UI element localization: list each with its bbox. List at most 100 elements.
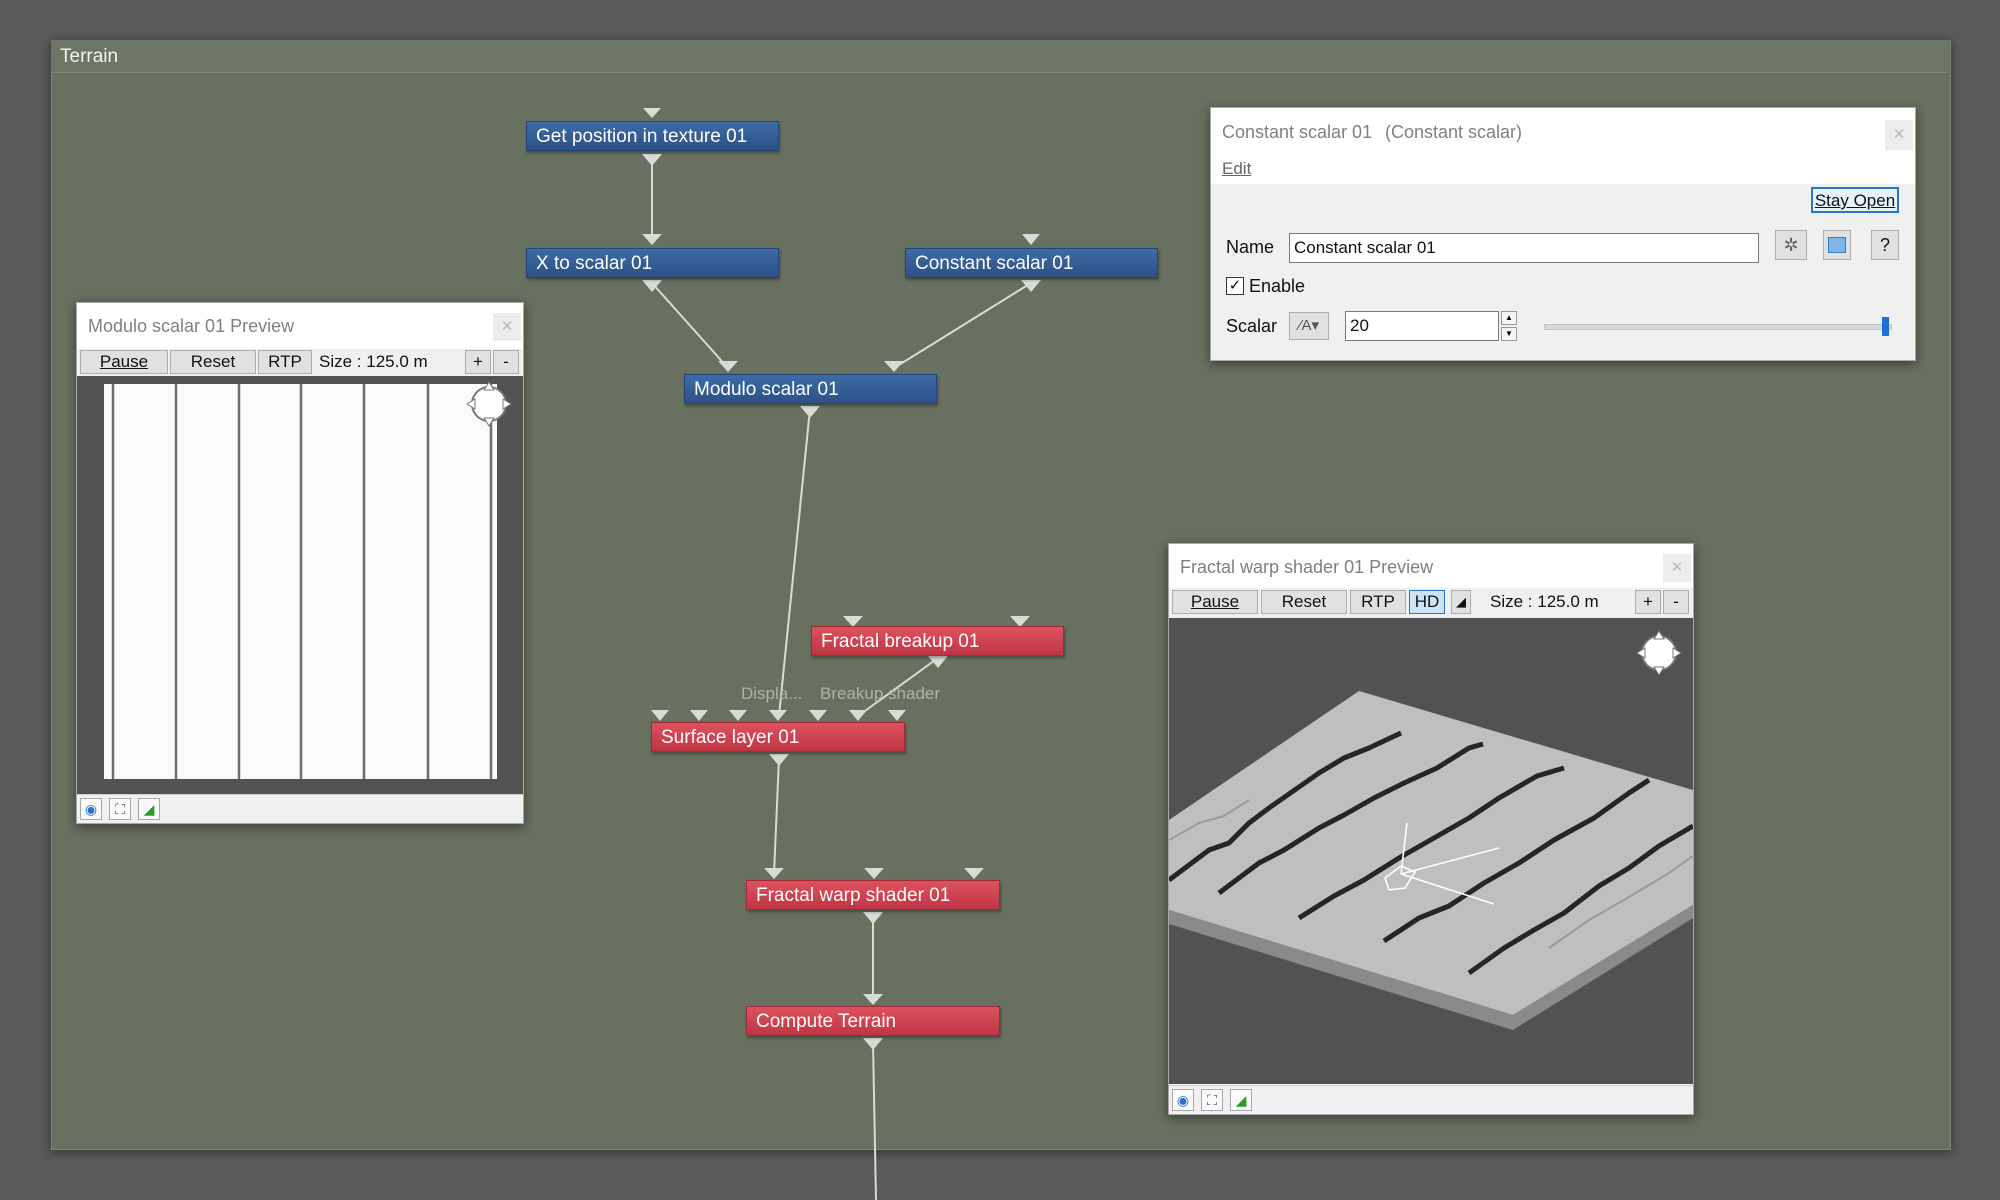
wire-modulo-surface (778, 408, 811, 717)
terrain-render-image (1167, 630, 1695, 1030)
help-button[interactable]: ? (1871, 230, 1899, 260)
fractal-preview-statusbar: ◉ ⛶ ◢ (1169, 1085, 1693, 1114)
modulo-preview-titlebar[interactable]: Modulo scalar 01 Preview ✕ (77, 303, 523, 349)
fractal-preview-title: Fractal warp shader 01 Preview (1180, 557, 1434, 577)
rtp-label: RTP (268, 352, 302, 371)
node-x-to-scalar[interactable]: X to scalar 01 (526, 248, 779, 278)
scalar-input[interactable]: 20 (1345, 311, 1499, 341)
port-getpos-out (642, 154, 662, 166)
port-modulo-in1 (718, 361, 738, 372)
rtp-label: RTP (1361, 592, 1395, 611)
close-icon[interactable]: ✕ (1885, 120, 1913, 150)
help-label: ? (1879, 235, 1890, 255)
port-surface-in3 (729, 710, 747, 721)
port-xscalar-in (642, 234, 662, 245)
port-warp-in3 (964, 868, 984, 879)
spin-up-icon[interactable]: ▲ (1501, 311, 1517, 325)
constant-scalar-properties-window[interactable]: Constant scalar 01 (Constant scalar) ✕ E… (1210, 107, 1916, 361)
fractal-preview-viewport[interactable] (1167, 618, 1695, 1084)
name-label: Name (1226, 237, 1275, 257)
close-icon[interactable]: ✕ (1663, 554, 1691, 582)
node-label: Surface layer 01 (661, 727, 800, 748)
reset-button[interactable]: Reset (1261, 590, 1347, 614)
pause-label: Pause (99, 352, 149, 371)
preview-icon[interactable] (1823, 230, 1851, 260)
rtp-button[interactable]: RTP (258, 350, 312, 374)
properties-menubar: Edit (1211, 150, 1915, 184)
node-constant-scalar[interactable]: Constant scalar 01 (905, 248, 1158, 278)
port-warp-out (863, 912, 883, 924)
port-compute-in (863, 994, 883, 1005)
modulo-preview-viewport[interactable] (77, 376, 523, 794)
zoom-in-button[interactable]: + (465, 350, 491, 374)
node-label: Constant scalar 01 (915, 253, 1074, 274)
hd-button[interactable]: HD (1409, 590, 1445, 614)
port-surface-in5 (809, 710, 827, 721)
menu-edit[interactable]: Edit (1222, 159, 1251, 179)
wire-compute-out (872, 1042, 877, 1200)
port-compute-out (863, 1038, 883, 1050)
scalar-label: Scalar (1226, 316, 1278, 336)
scalar-slider-thumb[interactable] (1882, 317, 1889, 336)
curve-icon[interactable]: ◢ (138, 798, 160, 820)
port-surface-in4 (769, 710, 787, 721)
port-label-displacement: Displa... (741, 684, 803, 703)
enable-checkbox[interactable]: ✓ (1226, 277, 1244, 295)
gear-icon[interactable]: ✲ (1775, 230, 1807, 260)
wire-constant-modulo (893, 282, 1032, 369)
node-get-position-in-texture[interactable]: Get position in texture 01 (526, 121, 779, 151)
modulo-preview-window[interactable]: Modulo scalar 01 Preview ✕ Pause Reset R… (76, 302, 524, 824)
pause-button[interactable]: Pause (80, 350, 168, 374)
port-surface-in6 (849, 710, 867, 721)
modulo-preview-statusbar: ◉ ⛶ ◢ (77, 794, 523, 823)
zoom-in-button[interactable]: + (1635, 590, 1661, 614)
size-label: Size : 125.0 m (1490, 592, 1599, 611)
eye-icon[interactable]: ◉ (1172, 1089, 1194, 1111)
port-surface-out (769, 754, 789, 766)
stay-open-button[interactable]: Stay Open (1811, 187, 1899, 213)
properties-subtitle: (Constant scalar) (1385, 122, 1523, 142)
minus-label: - (503, 352, 509, 371)
port-warp-in1 (764, 868, 784, 879)
pause-button[interactable]: Pause (1172, 590, 1258, 614)
navigation-gizmo-icon (1636, 630, 1682, 676)
port-getpos-in (643, 108, 661, 118)
brush-icon[interactable]: ◢ (1451, 590, 1471, 614)
fractal-warp-preview-window[interactable]: Fractal warp shader 01 Preview ✕ Pause R… (1167, 543, 1695, 1115)
scalar-value: 20 (1350, 316, 1369, 335)
port-label-breakup-shader: Breakup shader (820, 684, 941, 703)
eye-icon[interactable]: ◉ (80, 798, 102, 820)
name-field[interactable]: Constant scalar 01 (1289, 233, 1759, 263)
fractal-preview-titlebar[interactable]: Fractal warp shader 01 Preview ✕ (1169, 544, 1693, 588)
wire-surface-warp (773, 757, 780, 875)
size-label: Size : 125.0 m (319, 352, 428, 371)
reset-button[interactable]: Reset (170, 350, 256, 374)
scalar-spinner[interactable]: ▲ ▼ (1501, 311, 1517, 341)
node-label: Compute Terrain (756, 1011, 897, 1032)
node-compute-terrain[interactable]: Compute Terrain (746, 1006, 1000, 1036)
enable-label: Enable (1249, 276, 1306, 296)
frame-icon[interactable]: ⛶ (1201, 1089, 1223, 1111)
node-modulo-scalar[interactable]: Modulo scalar 01 (684, 374, 937, 404)
node-label: X to scalar 01 (536, 253, 653, 274)
port-surface-in7 (888, 710, 906, 721)
port-surface-in1 (651, 710, 669, 721)
curve-icon[interactable]: ◢ (1230, 1089, 1252, 1111)
reset-label: Reset (1281, 592, 1327, 611)
zoom-out-button[interactable]: - (1663, 590, 1689, 614)
pause-label: Pause (1190, 592, 1240, 611)
node-label: Modulo scalar 01 (694, 379, 839, 400)
spin-down-icon[interactable]: ▼ (1501, 327, 1517, 341)
node-fractal-warp-shader[interactable]: Fractal warp shader 01 (746, 880, 1000, 910)
zoom-out-button[interactable]: - (493, 350, 519, 374)
frame-icon[interactable]: ⛶ (109, 798, 131, 820)
scalar-curve-icon[interactable]: ⁄A▾ (1289, 312, 1329, 340)
close-icon[interactable]: ✕ (493, 313, 521, 341)
node-fractal-breakup[interactable]: Fractal breakup 01 (811, 626, 1064, 656)
modulo-preview-title: Modulo scalar 01 Preview (88, 316, 295, 336)
rtp-button[interactable]: RTP (1350, 590, 1406, 614)
node-surface-layer[interactable]: Surface layer 01 (651, 722, 905, 752)
scalar-slider-track[interactable] (1544, 324, 1892, 330)
properties-titlebar[interactable]: Constant scalar 01 (Constant scalar) ✕ (1211, 108, 1915, 150)
modulo-preview-image (104, 381, 512, 779)
